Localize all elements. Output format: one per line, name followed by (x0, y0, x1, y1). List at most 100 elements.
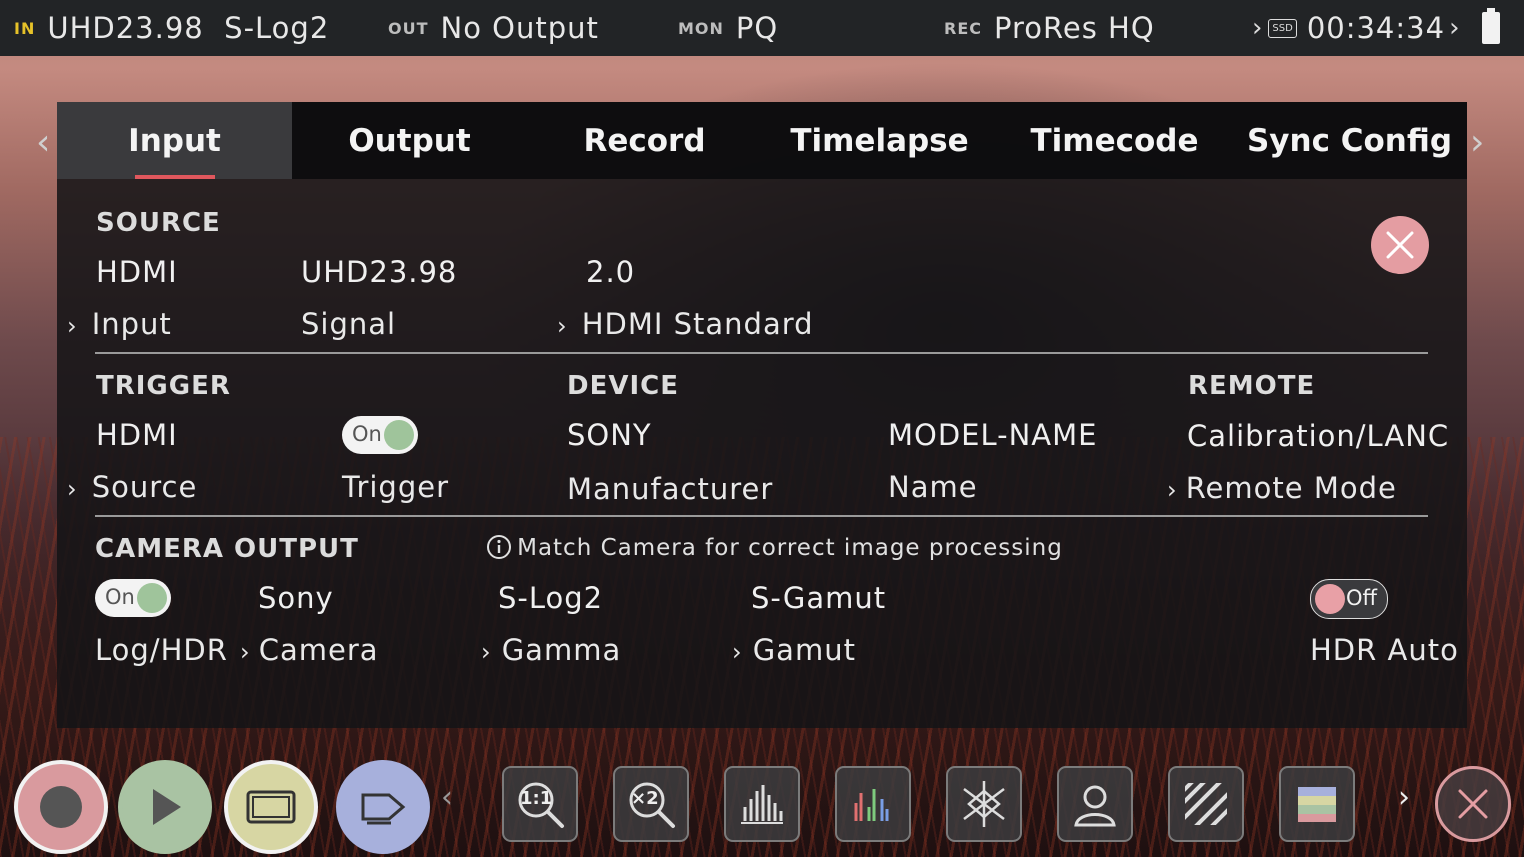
false-color-tool[interactable] (1057, 766, 1133, 842)
waveform-icon (741, 785, 783, 824)
input-status[interactable]: IN UHD23.98 S-Log2 (14, 0, 329, 56)
rgb-parade-icon (854, 789, 889, 821)
trigger-source-label: Source (91, 470, 198, 504)
zebra-stripes-icon (1185, 783, 1227, 825)
log-hdr-label: Log/HDR (95, 633, 228, 667)
manufacturer-label: Manufacturer (567, 472, 774, 506)
gamma-label: Gamma (501, 633, 622, 667)
rgb-parade-tool[interactable] (835, 766, 911, 842)
gamut-value: S-Gamut (751, 581, 887, 615)
gamma-setting[interactable]: › Gamma (481, 633, 621, 667)
remote-mode-value: Calibration/LANC (1187, 419, 1450, 453)
monitor-status[interactable]: MON PQ (678, 0, 778, 56)
chevron-right-icon: › (67, 312, 77, 340)
signal-value: UHD23.98 (301, 255, 458, 289)
trigger-toggle-text: On (352, 422, 382, 446)
color-bars-tool[interactable] (1279, 766, 1355, 842)
rec-tag: REC (944, 18, 982, 38)
tag-button[interactable] (336, 760, 430, 854)
input-settings-panel: Input Output Record Timelapse Timecode S… (57, 102, 1467, 728)
vectorscope-icon (963, 781, 1005, 827)
tab-prev-arrow-icon[interactable]: ‹ (36, 122, 50, 163)
display-button[interactable] (224, 760, 318, 854)
divider (95, 515, 1428, 517)
device-heading: DEVICE (567, 371, 679, 401)
tools-next-arrow-icon[interactable]: › (1398, 780, 1410, 815)
chevron-right-icon: › (732, 638, 742, 666)
output-status[interactable]: OUT No Output (388, 0, 599, 56)
vectorscope-tool[interactable] (946, 766, 1022, 842)
media-status[interactable]: › SSD 00:34:34 › (1252, 0, 1459, 56)
tab-timecode[interactable]: Timecode (997, 102, 1232, 179)
hdmi-standard-setting[interactable]: › HDMI Standard (557, 307, 814, 341)
tab-sync-config[interactable]: Sync Config (1232, 102, 1467, 179)
chevron-right-icon: › (240, 638, 250, 666)
battery-icon[interactable] (1482, 8, 1500, 44)
camera-output-heading: CAMERA OUTPUT (95, 534, 359, 564)
input-label: Input (91, 307, 172, 341)
tab-next-arrow-icon[interactable]: › (1470, 122, 1484, 163)
camera-setting[interactable]: › Camera (240, 633, 379, 667)
hdmi-standard-value: 2.0 (586, 255, 636, 289)
record-button[interactable] (14, 760, 108, 854)
hdr-auto-toggle[interactable]: Off (1310, 579, 1388, 619)
hdmi-standard-label: HDMI Standard (581, 307, 814, 341)
remote-heading: REMOTE (1188, 371, 1316, 401)
input-value: HDMI (96, 255, 178, 289)
person-icon (1074, 785, 1116, 827)
trigger-source-value: HDMI (96, 418, 178, 452)
signal-label: Signal (301, 307, 397, 341)
info-note: Match Camera for correct image processin… (486, 534, 1063, 561)
zoom-1to1-tool[interactable]: 1:1 (502, 766, 578, 842)
play-button[interactable] (118, 760, 212, 854)
tab-output[interactable]: Output (292, 102, 527, 179)
device-name-value: MODEL-NAME (888, 418, 1098, 452)
output-value: No Output (440, 11, 599, 45)
zoom-x2-tool[interactable]: ×2 (613, 766, 689, 842)
monitor-value: PQ (735, 11, 779, 45)
remote-mode-setting[interactable]: › Remote Mode (1167, 471, 1397, 505)
toggle-knob (137, 583, 167, 613)
tab-input[interactable]: Input (57, 102, 292, 179)
input-setting[interactable]: › Input (67, 307, 172, 341)
toggle-knob (384, 420, 414, 450)
gamma-value: S-Log2 (498, 581, 604, 615)
waveform-tool[interactable] (724, 766, 800, 842)
info-note-text: Match Camera for correct image processin… (517, 535, 1063, 561)
close-tools-button[interactable] (1435, 766, 1511, 842)
tab-bar: Input Output Record Timelapse Timecode S… (57, 102, 1467, 179)
close-icon (1386, 231, 1414, 259)
device-name-label: Name (888, 470, 978, 504)
log-hdr-toggle[interactable]: On (95, 579, 171, 617)
log-hdr-toggle-text: On (105, 585, 135, 609)
trigger-label: Trigger (342, 470, 450, 504)
record-status[interactable]: REC ProRes HQ (944, 0, 1155, 56)
tab-record[interactable]: Record (527, 102, 762, 179)
camera-value: Sony (258, 581, 334, 615)
hdr-auto-label: HDR Auto (1310, 633, 1459, 667)
chevron-right-icon: › (481, 638, 491, 666)
trigger-heading: TRIGGER (96, 371, 231, 401)
gamut-label: Gamut (752, 633, 856, 667)
trigger-toggle[interactable]: On (342, 416, 418, 454)
close-panel-button[interactable] (1371, 216, 1429, 274)
play-icon (153, 789, 181, 825)
status-bar: IN UHD23.98 S-Log2 OUT No Output MON PQ … (0, 0, 1524, 56)
zebra-tool[interactable] (1168, 766, 1244, 842)
tab-timelapse[interactable]: Timelapse (762, 102, 997, 179)
record-icon (40, 786, 82, 828)
trigger-source-setting[interactable]: › Source (67, 470, 197, 504)
in-tag: IN (14, 18, 36, 38)
out-tag: OUT (388, 18, 429, 38)
close-icon (1458, 789, 1488, 819)
gamut-setting[interactable]: › Gamut (732, 633, 856, 667)
tools-prev-arrow-icon[interactable]: ‹ (441, 780, 453, 815)
hdr-auto-toggle-text: Off (1346, 586, 1377, 610)
chevron-right-icon: › (1167, 476, 1177, 504)
display-mode-icon (246, 790, 296, 824)
chevron-right-icon: › (1252, 13, 1263, 43)
source-heading: SOURCE (96, 208, 221, 238)
chevron-right-icon: › (67, 475, 77, 503)
camera-label: Camera (258, 633, 379, 667)
color-bars-icon (1298, 787, 1336, 822)
